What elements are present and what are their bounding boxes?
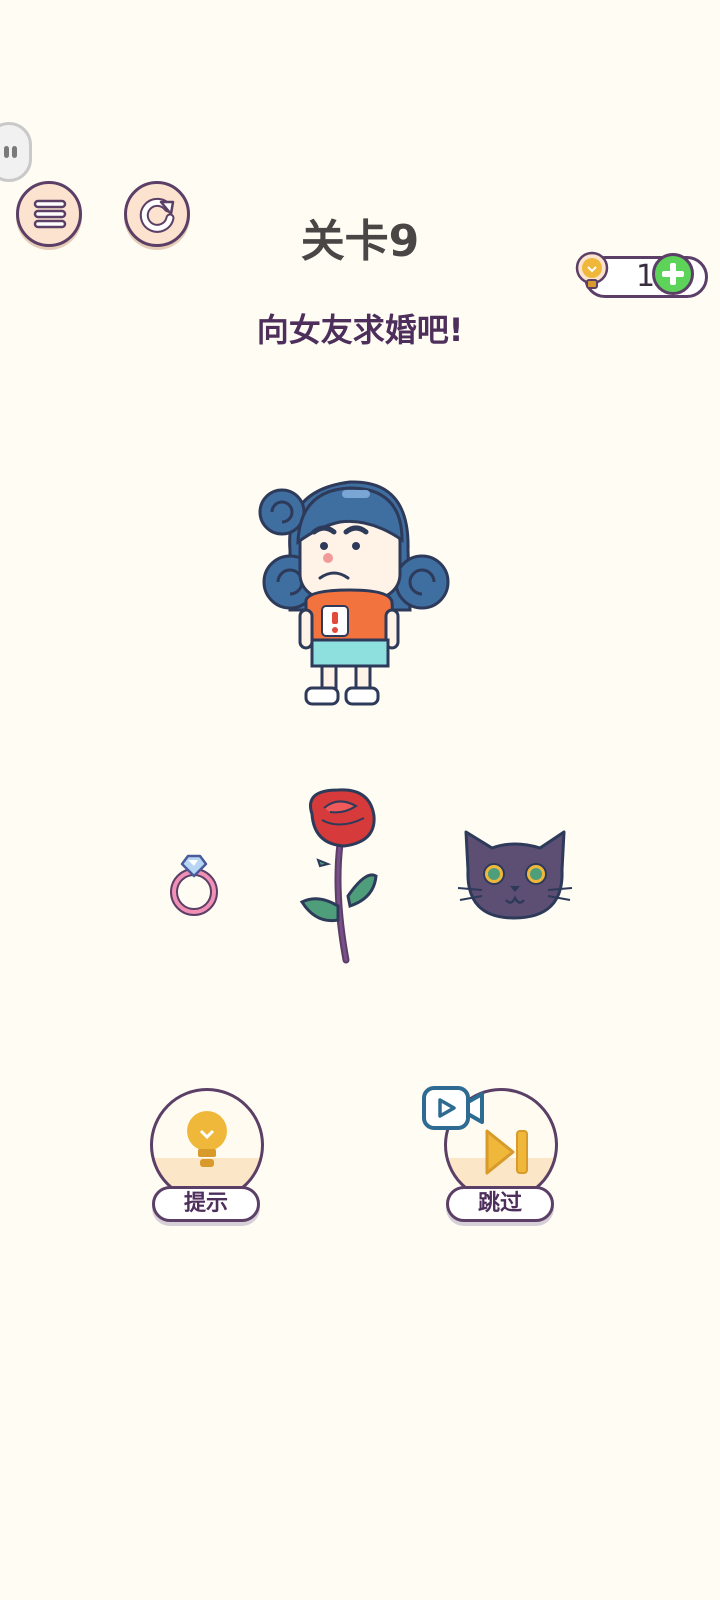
- lightbulb-icon: [575, 251, 609, 289]
- girlfriend-character[interactable]: [250, 470, 460, 715]
- skip-forward-icon: [485, 1129, 528, 1175]
- video-icon: [422, 1086, 484, 1130]
- hint-label: 提示: [183, 1191, 228, 1216]
- add-hints-button[interactable]: [652, 253, 694, 295]
- plus-icon: [662, 263, 684, 285]
- hint-lightbulb-icon: [187, 1111, 227, 1167]
- floating-assistant-icon: [4, 146, 17, 158]
- ring-item[interactable]: [168, 850, 224, 920]
- cat-item[interactable]: [454, 826, 580, 926]
- skip-label: 跳过: [477, 1191, 522, 1216]
- rose-item[interactable]: [294, 784, 388, 970]
- hint-button[interactable]: [150, 1088, 264, 1202]
- puzzle-prompt: 向女友求婚吧!: [256, 311, 464, 349]
- hint-label-pill[interactable]: 提示: [152, 1186, 260, 1222]
- floating-assistant-button[interactable]: [0, 122, 32, 182]
- skip-label-pill[interactable]: 跳过: [446, 1186, 554, 1222]
